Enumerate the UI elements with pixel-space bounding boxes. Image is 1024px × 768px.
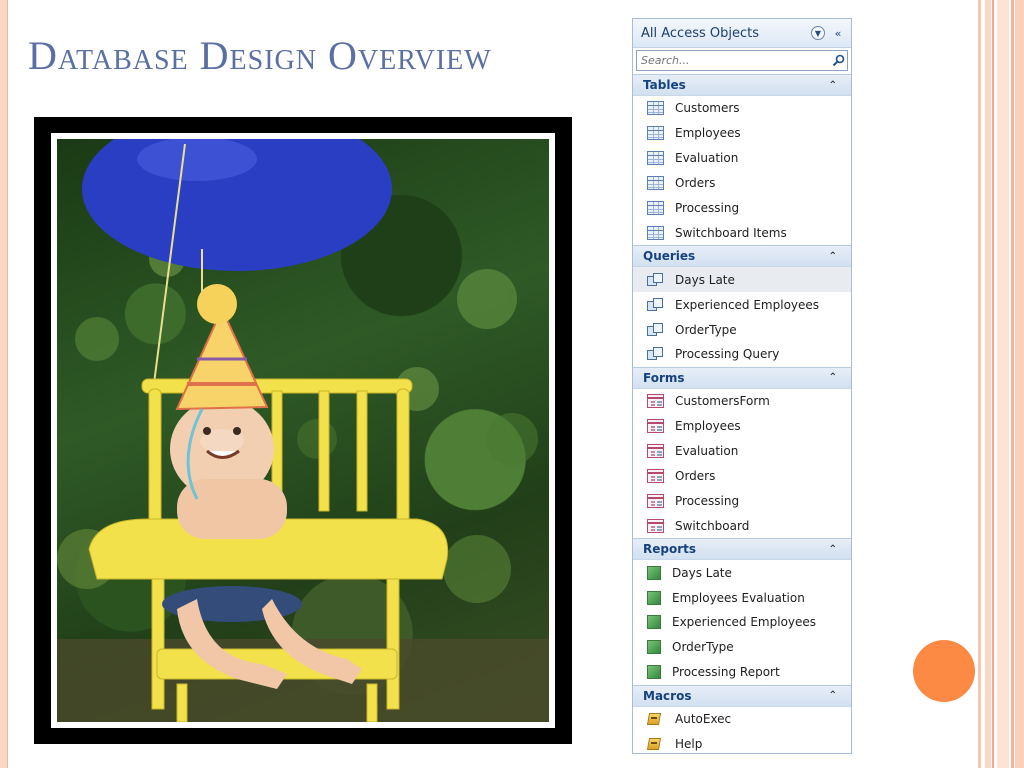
macro-item-help[interactable]: Help (633, 732, 851, 753)
report-item-days-late[interactable]: Days Late (633, 560, 851, 585)
table-icon (647, 201, 664, 215)
query-item-processing-query[interactable]: Processing Query (633, 342, 851, 367)
collapse-group-icon[interactable]: ⌃ (829, 80, 837, 91)
form-icon (647, 419, 664, 434)
table-icon (647, 101, 664, 116)
table-item-customers[interactable]: Customers (633, 96, 851, 121)
collapse-group-icon[interactable]: ⌃ (829, 544, 837, 555)
form-icon (647, 518, 664, 533)
table-icon (647, 151, 664, 166)
group-header-tables[interactable]: Tables ⌃ (633, 74, 851, 96)
report-item-employees-evaluation[interactable]: Employees Evaluation (633, 585, 851, 610)
group-header-reports[interactable]: Reports ⌃ (633, 538, 851, 561)
query-icon (647, 272, 664, 287)
form-item-switchboard[interactable]: Switchboard (633, 513, 851, 538)
macro-icon (647, 737, 664, 751)
query-icon (647, 297, 664, 312)
group-header-macros[interactable]: Macros ⌃ (633, 684, 851, 707)
photo-frame (34, 117, 572, 744)
form-item-customersform[interactable]: CustomersForm (633, 389, 851, 414)
report-icon (647, 590, 661, 605)
table-icon (647, 176, 664, 191)
group-label: Tables (643, 78, 686, 92)
decorative-stripes (978, 0, 1024, 768)
group-label: Queries (643, 249, 696, 264)
search-input[interactable] (637, 54, 829, 67)
form-item-orders[interactable]: Orders (633, 464, 851, 489)
query-item-experienced-employees[interactable]: Experienced Employees (633, 292, 851, 317)
form-item-processing[interactable]: Processing (633, 488, 851, 513)
navigation-pane: All Access Objects ▼ « Tables ⌃ Customer… (632, 18, 852, 754)
form-icon (647, 469, 664, 484)
report-icon (647, 665, 661, 680)
pane-header[interactable]: All Access Objects ▼ « (633, 19, 851, 48)
group-label: Reports (643, 542, 697, 557)
group-header-forms[interactable]: Forms ⌃ (633, 366, 851, 389)
collapse-group-icon[interactable]: ⌃ (829, 690, 837, 701)
report-item-ordertype[interactable]: OrderType (633, 635, 851, 660)
slide-title: Database Design Overview (28, 33, 492, 78)
report-icon (647, 640, 661, 655)
form-item-employees[interactable]: Employees (633, 414, 851, 439)
baby-photo (57, 139, 549, 722)
query-item-ordertype[interactable]: OrderType (633, 317, 851, 342)
table-item-evaluation[interactable]: Evaluation (633, 146, 851, 171)
form-icon (647, 493, 664, 508)
group-label: Forms (643, 370, 685, 385)
form-icon (647, 394, 664, 409)
query-item-days-late[interactable]: Days Late (633, 267, 851, 293)
table-icon (647, 126, 664, 141)
collapse-group-icon[interactable]: ⌃ (829, 372, 837, 383)
photo-illustration (57, 139, 549, 722)
pane-title: All Access Objects (641, 25, 759, 41)
report-icon (647, 565, 661, 580)
table-item-orders[interactable]: Orders (633, 171, 851, 196)
search-icon[interactable] (829, 52, 847, 70)
table-item-processing[interactable]: Processing (633, 196, 851, 221)
table-item-switchboard-items[interactable]: Switchboard Items (633, 220, 851, 245)
macro-item-autoexec[interactable]: AutoExec (633, 707, 851, 732)
report-item-experienced-employees[interactable]: Experienced Employees (633, 610, 851, 635)
left-border (0, 0, 8, 768)
decorative-dot (913, 640, 975, 702)
macro-icon (647, 712, 664, 726)
report-icon (647, 615, 661, 630)
chevron-down-icon[interactable]: ▼ (811, 26, 825, 40)
group-header-queries[interactable]: Queries ⌃ (633, 245, 851, 268)
form-icon (647, 444, 664, 459)
report-item-processing-report[interactable]: Processing Report (633, 660, 851, 685)
group-label: Macros (643, 688, 692, 703)
collapse-pane-icon[interactable]: « (830, 25, 846, 41)
form-item-evaluation[interactable]: Evaluation (633, 439, 851, 464)
query-icon (647, 322, 664, 337)
table-icon (647, 225, 664, 240)
table-item-employees[interactable]: Employees (633, 121, 851, 146)
query-icon (647, 347, 664, 361)
collapse-group-icon[interactable]: ⌃ (829, 251, 837, 262)
search-box (636, 50, 848, 71)
